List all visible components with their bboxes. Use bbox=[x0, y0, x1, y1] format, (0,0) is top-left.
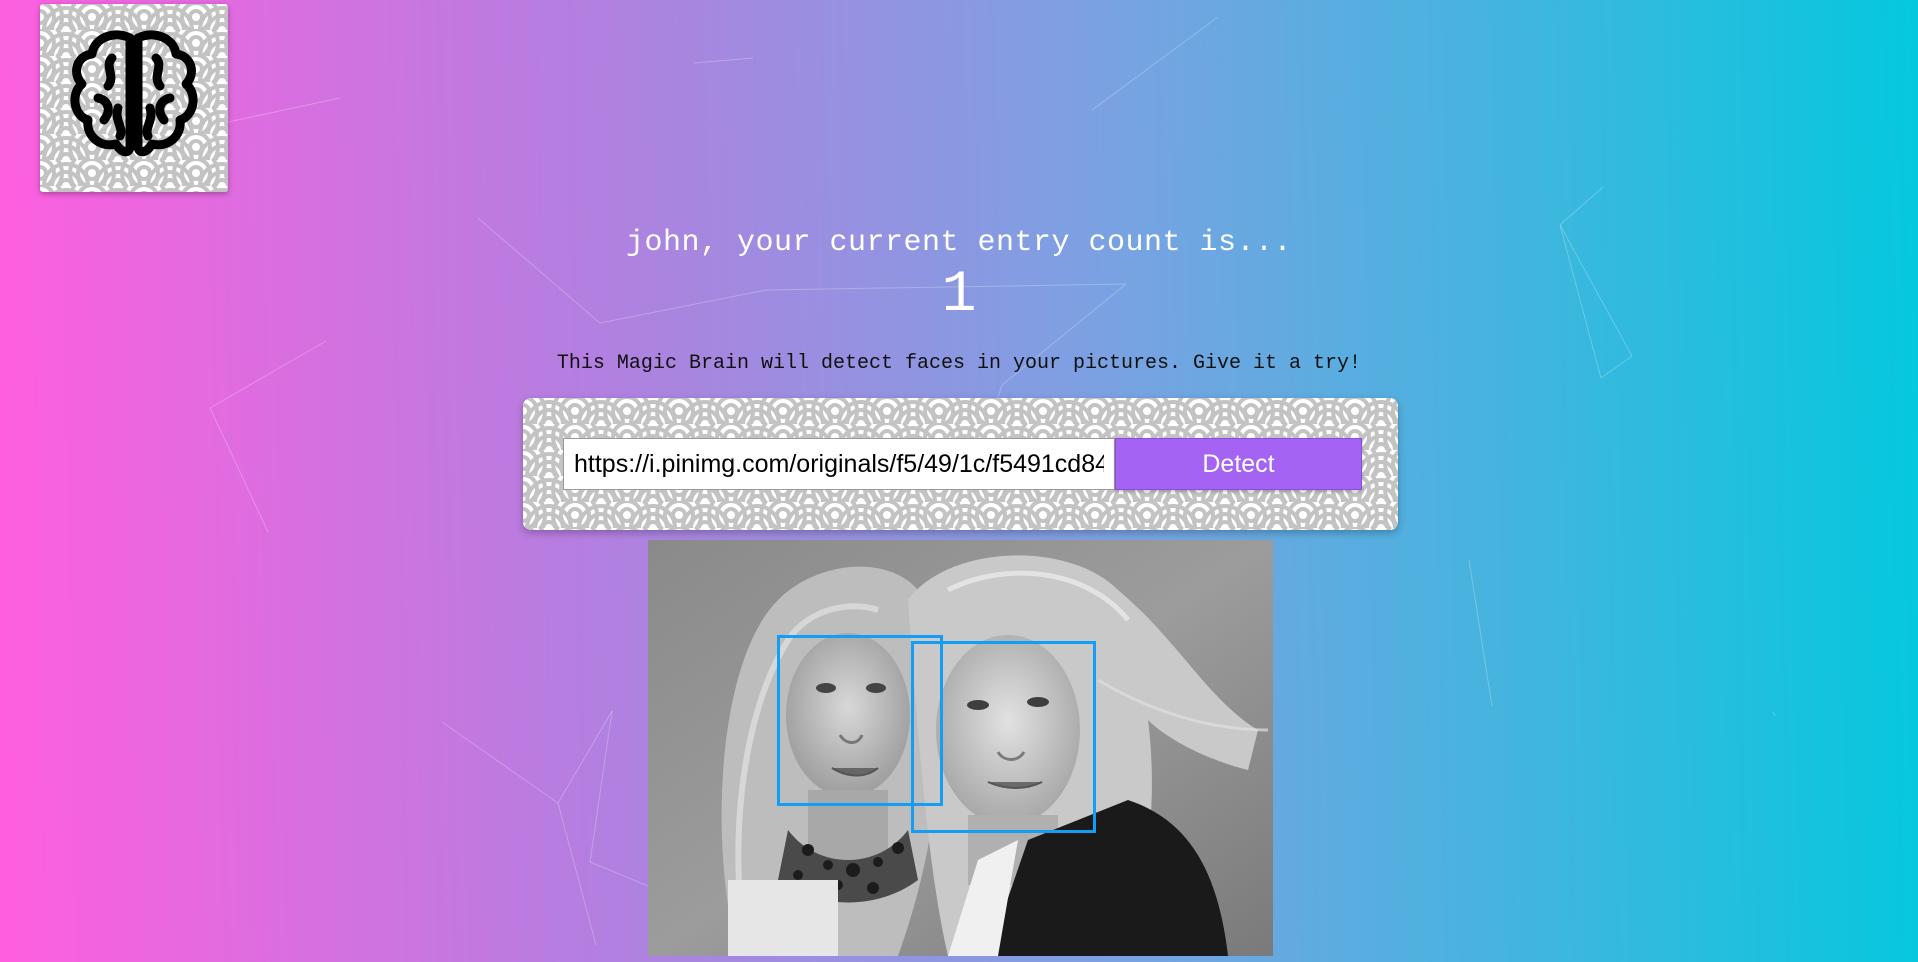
entry-count-title: john, your current entry count is... bbox=[625, 226, 1293, 260]
face-bounding-box bbox=[911, 641, 1096, 833]
result-image bbox=[648, 540, 1273, 956]
image-url-input[interactable] bbox=[563, 438, 1115, 490]
tagline: This Magic Brain will detect faces in yo… bbox=[556, 352, 1362, 375]
detect-button[interactable]: Detect bbox=[1115, 438, 1362, 490]
entry-count-value: 1 bbox=[941, 263, 977, 328]
logo[interactable] bbox=[40, 4, 228, 192]
image-link-form: Detect bbox=[523, 398, 1398, 530]
